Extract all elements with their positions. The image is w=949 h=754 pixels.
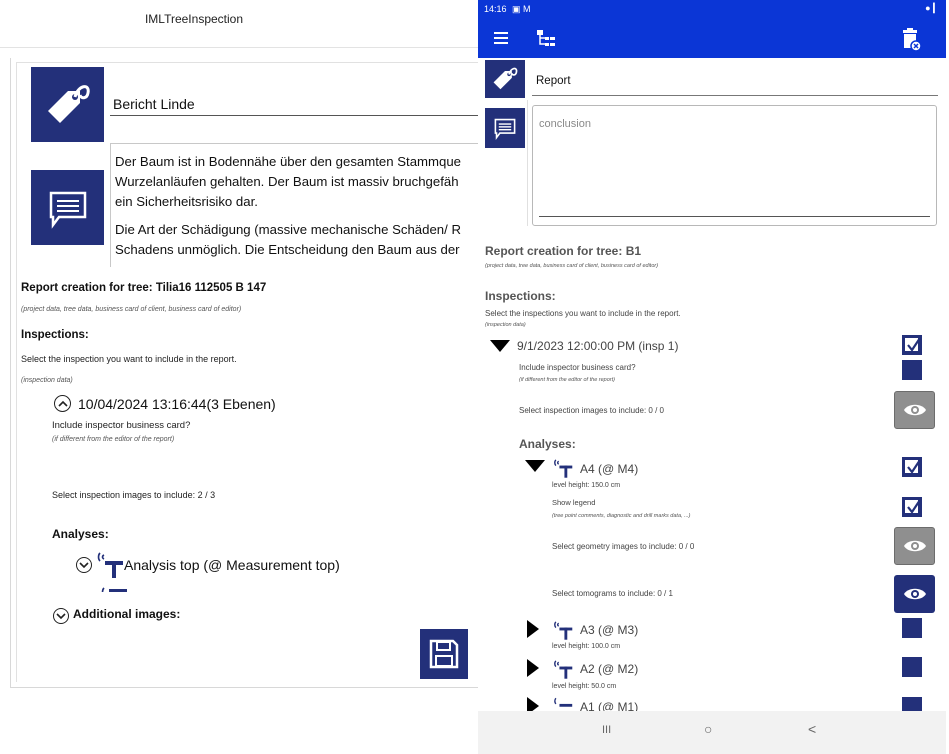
- chevron-down-icon: [79, 562, 89, 569]
- expand-inspection-toggle[interactable]: [490, 340, 510, 352]
- analysis-checkbox[interactable]: [902, 697, 922, 711]
- legend-note: (tree point comments, diagnostic and dri…: [552, 513, 691, 519]
- eye-icon: [903, 540, 926, 552]
- analysis-level-height: level height: 150.0 cm: [552, 482, 621, 489]
- eye-icon: [903, 588, 926, 600]
- inspection-date: 10/04/2024 13:16:44(3 Ebenen): [78, 396, 276, 412]
- report-creation-heading: Report creation for tree: B1: [485, 244, 642, 258]
- window-divider: [0, 47, 478, 48]
- message-icon: [494, 118, 516, 140]
- analysis-checkbox[interactable]: [902, 657, 922, 677]
- recents-button[interactable]: III: [602, 724, 611, 736]
- inspections-note: (inspection data): [485, 322, 526, 328]
- sensor-icon: [554, 621, 573, 640]
- sensor-icon: [97, 552, 123, 578]
- analysis-level-height: level height: 50.0 cm: [552, 683, 617, 690]
- sensor-icon: [554, 697, 573, 707]
- view-inspection-images-button[interactable]: [894, 391, 935, 429]
- message-icon-tile: [31, 170, 104, 245]
- analysis-top-label: Analysis top (@ Measurement top): [124, 557, 340, 573]
- chevron-down-icon: [56, 613, 66, 620]
- business-card-note: (if different from the editor of the rep…: [519, 377, 615, 383]
- status-bar: 14:16 ▣ M ● ▎: [478, 0, 946, 20]
- report-creation-heading: Report creation for tree: Tilia16 112505…: [21, 282, 267, 294]
- inspections-heading: Inspections:: [21, 329, 89, 341]
- view-tomograms-button[interactable]: [894, 575, 935, 613]
- show-legend-checkbox[interactable]: [902, 497, 922, 517]
- conclusion-paragraph-1: Der Baum ist in Bodennähe über den gesam…: [115, 154, 462, 209]
- report-title-input[interactable]: Bericht Linde: [110, 96, 478, 116]
- tree-structure-icon[interactable]: [535, 28, 557, 50]
- status-time: 14:16: [484, 4, 507, 14]
- message-icon: [49, 191, 86, 229]
- textarea-underline: [539, 216, 930, 217]
- app-bar: [478, 20, 946, 58]
- divider: [527, 100, 528, 226]
- conclusion-textarea[interactable]: conclusion: [532, 105, 937, 226]
- window-title: IMLTreeInspection: [144, 12, 244, 26]
- sensor-icon: [554, 660, 573, 679]
- delete-icon[interactable]: [902, 28, 922, 52]
- expand-additional-images-button[interactable]: [53, 608, 69, 624]
- analyses-heading: Analyses:: [519, 437, 576, 451]
- select-inspection-images: Select inspection images to include: 2 /…: [52, 490, 216, 500]
- expand-analysis-toggle[interactable]: [527, 620, 539, 638]
- android-app: 14:16 ▣ M ● ▎ Report conclusion Report c…: [478, 0, 946, 754]
- sensor-icon: [554, 459, 573, 478]
- analysis-row-clipped: [100, 582, 380, 592]
- inspection-checkbox[interactable]: [902, 335, 922, 355]
- expand-analysis-button[interactable]: [76, 557, 92, 573]
- business-card-checkbox[interactable]: [902, 360, 922, 380]
- include-business-card-label: Include inspector business card?: [519, 363, 636, 372]
- inspections-heading: Inspections:: [485, 289, 556, 303]
- tag-icon: [47, 84, 90, 123]
- select-inspection-images: Select inspection images to include: 0 /…: [519, 406, 664, 415]
- analysis-label: A1 (@ M1): [580, 700, 639, 711]
- conclusion-placeholder: conclusion: [539, 118, 591, 130]
- desktop-window: IMLTreeInspection Bericht Linde Der Baum…: [0, 0, 478, 754]
- analysis-label: A4 (@ M4): [580, 462, 639, 476]
- additional-images-heading: Additional images:: [73, 607, 181, 621]
- tag-icon: [493, 67, 518, 90]
- menu-icon[interactable]: [494, 32, 508, 44]
- report-creation-note: (project data, tree data, business card …: [21, 306, 242, 313]
- report-creation-note: (project data, tree data, business card …: [485, 263, 659, 269]
- floppy-disk-icon: [429, 639, 459, 669]
- show-legend-label: Show legend: [552, 498, 596, 507]
- inspections-instruction: Select the inspection you want to includ…: [21, 354, 237, 364]
- conclusion-paragraph-2: Die Art der Schädigung (massive mechanis…: [115, 222, 461, 257]
- analysis-label: A3 (@ M3): [580, 623, 639, 637]
- analyses-heading: Analyses:: [52, 527, 109, 541]
- report-title-input[interactable]: Report: [532, 66, 938, 96]
- collapse-inspection-button[interactable]: [54, 395, 71, 412]
- back-button[interactable]: <: [808, 721, 816, 737]
- inspections-instruction: Select the inspections you want to inclu…: [485, 309, 681, 318]
- status-notification-icons: ▣ M: [512, 4, 531, 14]
- expand-analysis-toggle[interactable]: [527, 659, 539, 677]
- view-geometry-images-button[interactable]: [894, 527, 935, 565]
- status-system-icons: ● ▎: [925, 3, 940, 13]
- analysis-label: A2 (@ M2): [580, 662, 639, 676]
- business-card-note: (if different from the editor of the rep…: [52, 436, 175, 443]
- expand-analysis-toggle[interactable]: [525, 460, 545, 472]
- sensor-icon: [101, 587, 127, 592]
- tag-icon-tile: [31, 67, 104, 142]
- select-geometry-images: Select geometry images to include: 0 / 0: [552, 542, 695, 551]
- save-button[interactable]: [420, 629, 468, 679]
- chevron-up-icon: [57, 400, 68, 407]
- include-business-card-label: Include inspector business card?: [52, 420, 191, 431]
- inspection-date: 9/1/2023 12:00:00 PM (insp 1): [517, 339, 679, 353]
- tag-icon-tile: [485, 60, 525, 98]
- inspections-note: (inspection data): [21, 377, 73, 384]
- conclusion-textbox[interactable]: Der Baum ist in Bodennähe über den gesam…: [110, 143, 478, 267]
- select-tomograms: Select tomograms to include: 0 / 1: [552, 589, 673, 598]
- analysis-checkbox[interactable]: [902, 618, 922, 638]
- analysis-checkbox[interactable]: [902, 457, 922, 477]
- android-nav-bar: III ○ <: [478, 711, 946, 754]
- analysis-level-height: level height: 100.0 cm: [552, 643, 621, 650]
- eye-icon: [903, 404, 926, 416]
- home-button[interactable]: ○: [704, 721, 712, 737]
- message-icon-tile: [485, 108, 525, 148]
